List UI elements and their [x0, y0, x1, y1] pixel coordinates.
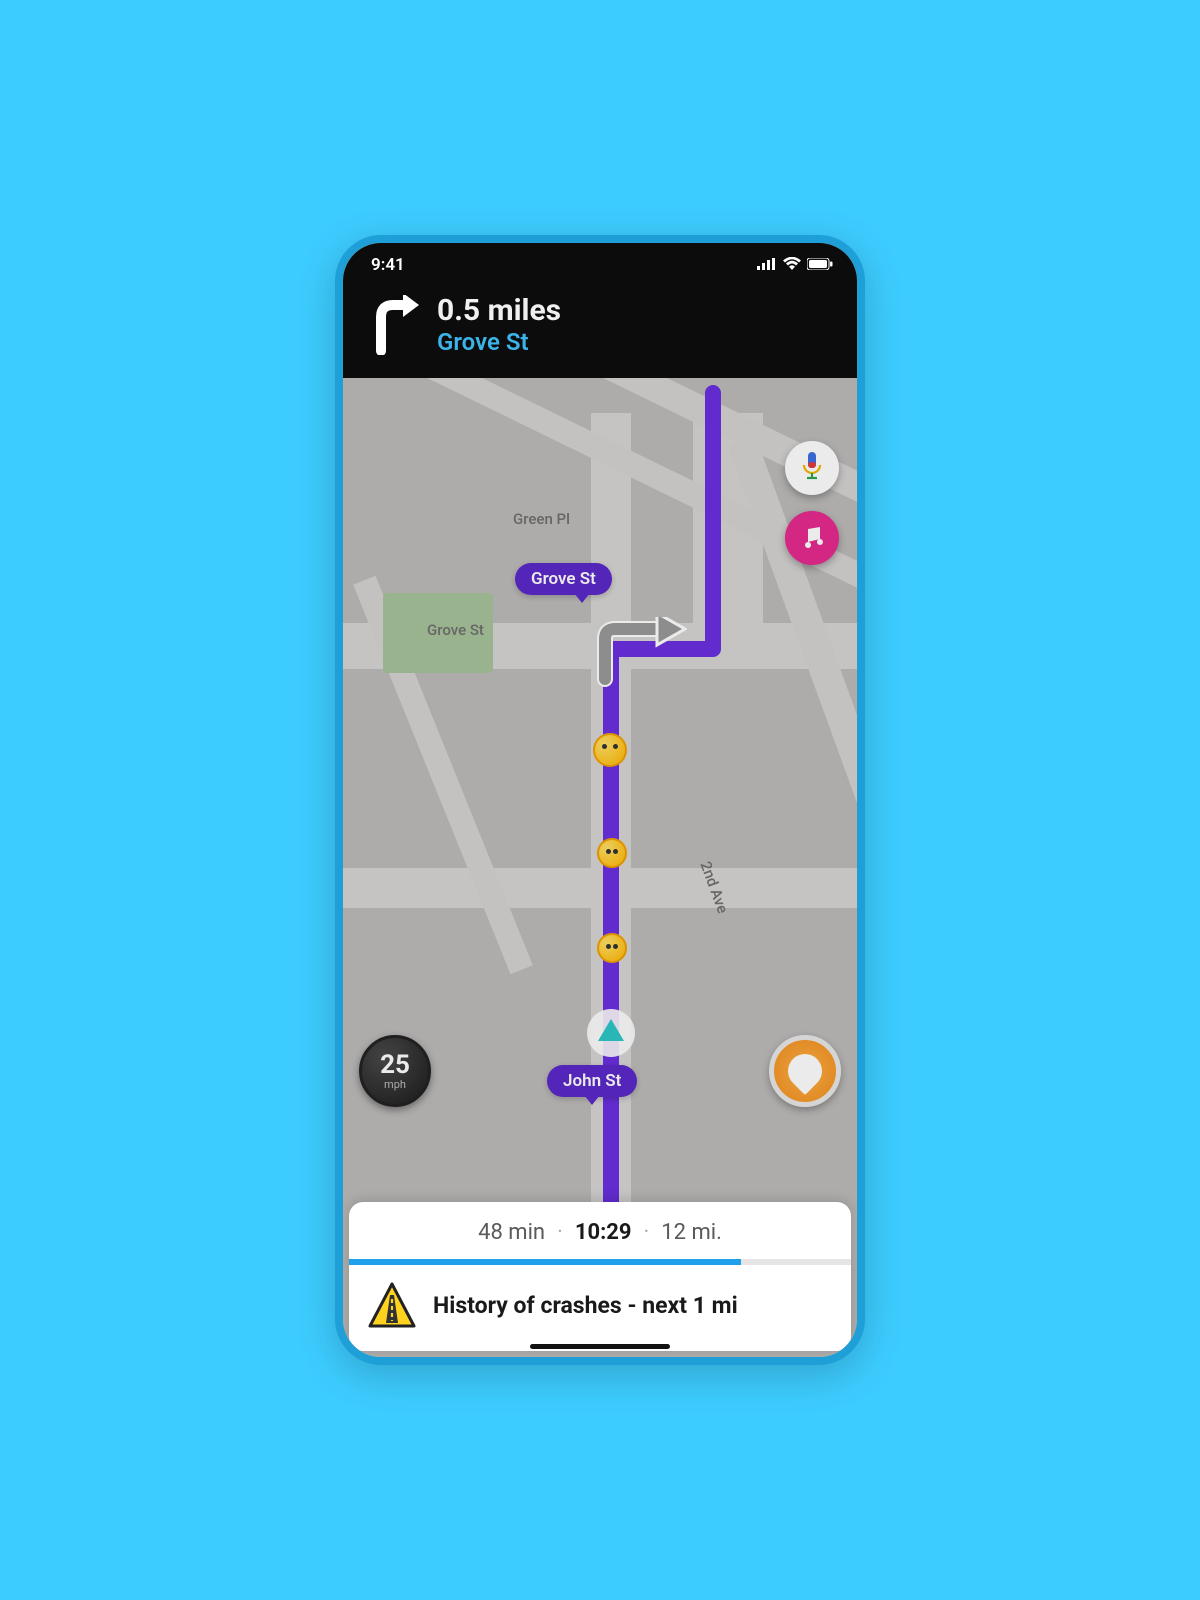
nav-street: Grove St [437, 328, 561, 356]
road-hazard-icon [367, 1281, 417, 1331]
home-indicator[interactable] [530, 1344, 670, 1349]
eta-duration: 48 min [478, 1220, 545, 1245]
eta-arrival-time: 10:29 [575, 1220, 632, 1245]
turn-right-icon [367, 295, 419, 355]
battery-icon [807, 255, 833, 275]
eta-distance: 12 mi. [661, 1220, 722, 1245]
trip-progress-bar [349, 1259, 851, 1265]
clock: 9:41 [371, 255, 405, 275]
hazard-alert-text: History of crashes - next 1 mi [433, 1292, 738, 1321]
cellular-icon [757, 255, 777, 275]
status-bar: 9:41 [343, 243, 857, 279]
phone-frame: 9:41 [335, 235, 865, 1365]
trip-progress-fill [349, 1259, 741, 1265]
wifi-icon [783, 255, 801, 275]
nav-distance: 0.5 miles [437, 293, 561, 328]
eta-row: 48 min · 10:29 · 12 mi. [349, 1202, 851, 1259]
trip-summary-card[interactable]: 48 min · 10:29 · 12 mi. History of crash… [349, 1202, 851, 1351]
hazard-alert[interactable]: History of crashes - next 1 mi [349, 1265, 851, 1351]
map-canvas[interactable]: Green Pl Grove St 2nd Ave Grove St John … [343, 243, 857, 1357]
